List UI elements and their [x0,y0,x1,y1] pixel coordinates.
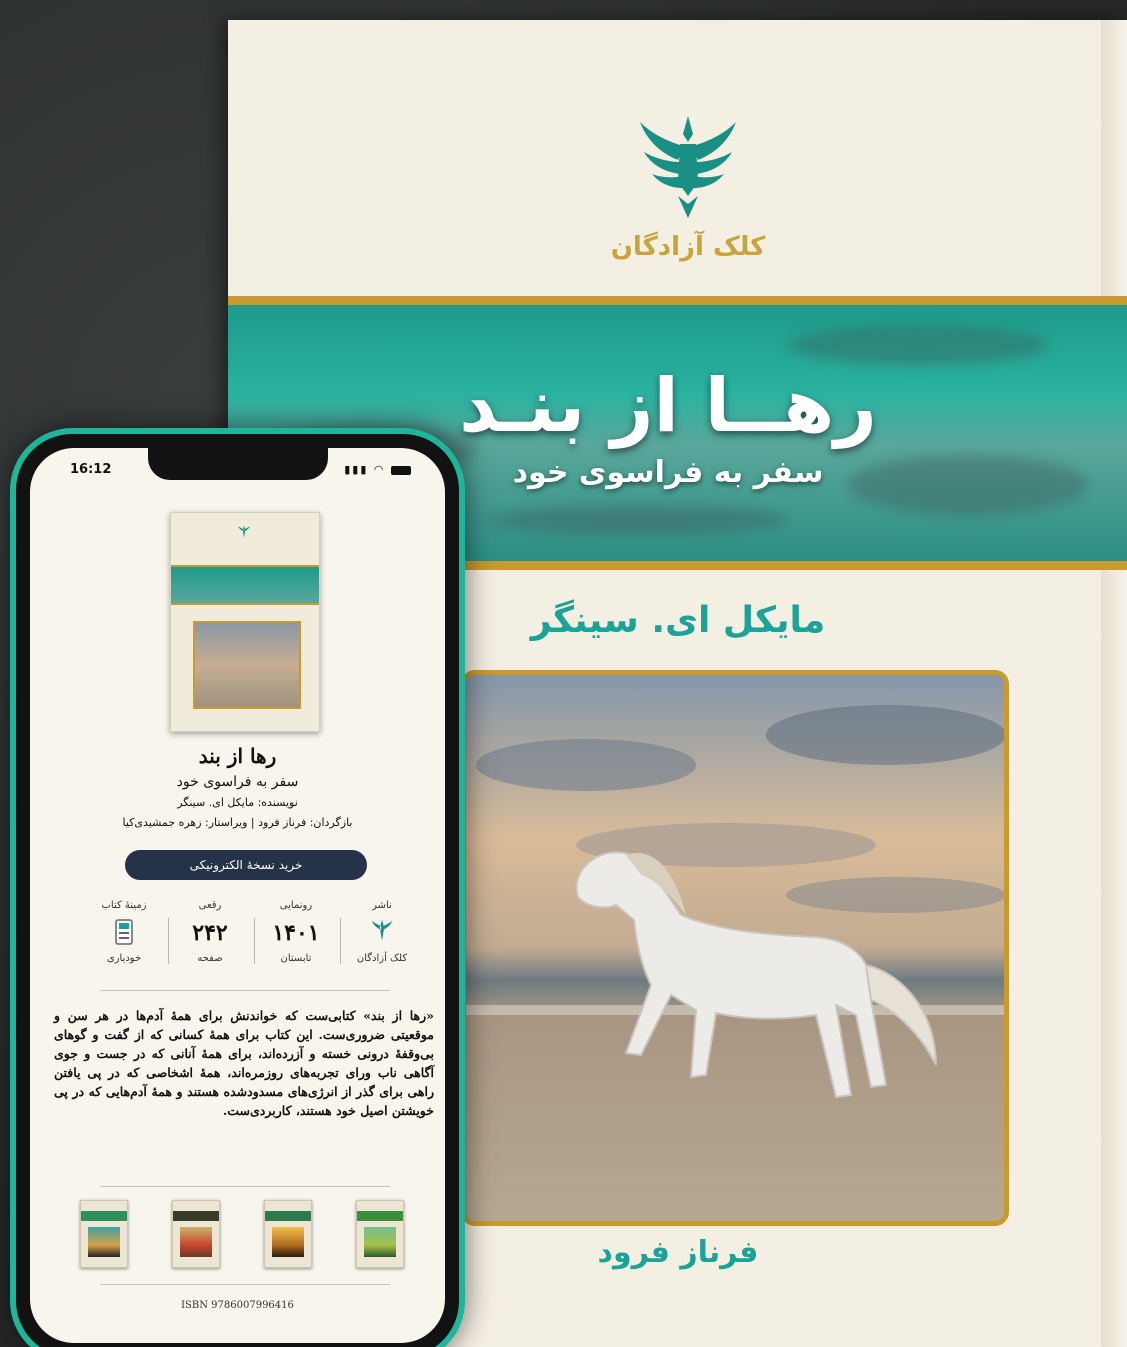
translator-line: بازگردان: فرناز فرود | ویراستار: زهره جم… [122,816,353,829]
info-publisher: ناشر کلک آزادگان [342,900,422,982]
book-description: «رها از بند» کتابی‌ست که خواندنش برای هم… [54,1008,434,1118]
cover-title: رهــا از بنـد [459,363,877,449]
calculator-icon [115,919,133,945]
divider [254,918,255,964]
cover-author: مایکل ای. سینگر [530,600,826,641]
status-time: 16:12 [70,462,112,477]
phone-notch [148,448,328,480]
info-release: رونمایی ۱۴۰۱ تابستان [256,900,336,982]
phone-mockup: 16:12 ▮▮▮ ◠ رها از بند سفر به فراسوی خود… [10,428,465,1347]
info-sub: تابستان [280,953,312,964]
related-book[interactable] [172,1200,220,1268]
info-format: رقعی ۲۴۲ صفحه [170,900,250,982]
author-line: نویسنده: مایکل ای. سینگر [177,796,298,809]
divider [100,1284,390,1285]
wifi-icon: ◠ [373,463,386,476]
divider [100,1186,390,1187]
info-genre: زمینهٔ کتاب خودیاری [84,900,164,982]
info-value [342,919,422,947]
info-value [84,919,164,947]
cover-translator: فرناز فرود [597,1235,759,1270]
phone-bezel: 16:12 ▮▮▮ ◠ رها از بند سفر به فراسوی خود… [16,434,459,1347]
info-header: رونمایی [279,900,313,911]
promo-stage: کلک آزادگان رهــا از بنـد سفر به فراسوی … [0,0,1127,1347]
book-subtitle: سفر به فراسوی خود [176,774,299,790]
related-book[interactable] [80,1200,128,1268]
publisher-logo-icon [640,116,736,218]
mini-title-band [171,565,319,605]
info-header: ناشر [372,900,392,911]
related-book[interactable] [356,1200,404,1268]
book-info-row: ناشر کلک آزادگان رونمایی ۱۴۰۱ تابستان رق… [70,900,422,982]
related-book[interactable] [264,1200,312,1268]
phone-screen: 16:12 ▮▮▮ ◠ رها از بند سفر به فراسوی خود… [30,448,445,1343]
info-value: ۲۴۲ [192,920,228,946]
divider [100,990,390,991]
cover-subtitle: سفر به فراسوی خود [512,455,824,490]
info-sub: کلک آزادگان [356,953,408,964]
status-icons: ▮▮▮ ◠ [344,463,411,476]
battery-icon [391,465,411,475]
signal-icon: ▮▮▮ [344,463,369,476]
divider [168,918,169,964]
publisher-logo-icon [237,525,251,538]
buy-ebook-button[interactable]: خرید نسخهٔ الکترونیکی [125,850,367,880]
mini-book-cover[interactable] [170,512,320,732]
cover-photo-horse [461,670,1009,1226]
cover-spine [1101,20,1127,1347]
horse-image [466,675,1004,1221]
related-books [80,1200,410,1272]
divider [340,918,341,964]
publisher-name: کلک آزادگان [610,232,766,262]
info-header: رقعی [198,900,222,911]
info-sub: صفحه [197,953,223,964]
mini-cover-photo [193,621,301,709]
isbn-text: ISBN 9786007996416 [181,1300,294,1311]
info-header: زمینهٔ کتاب [101,900,147,911]
info-value: ۱۴۰۱ [272,920,320,946]
publisher-logo-icon [371,919,393,941]
book-title: رها از بند [198,744,277,768]
info-sub: خودیاری [106,953,142,964]
